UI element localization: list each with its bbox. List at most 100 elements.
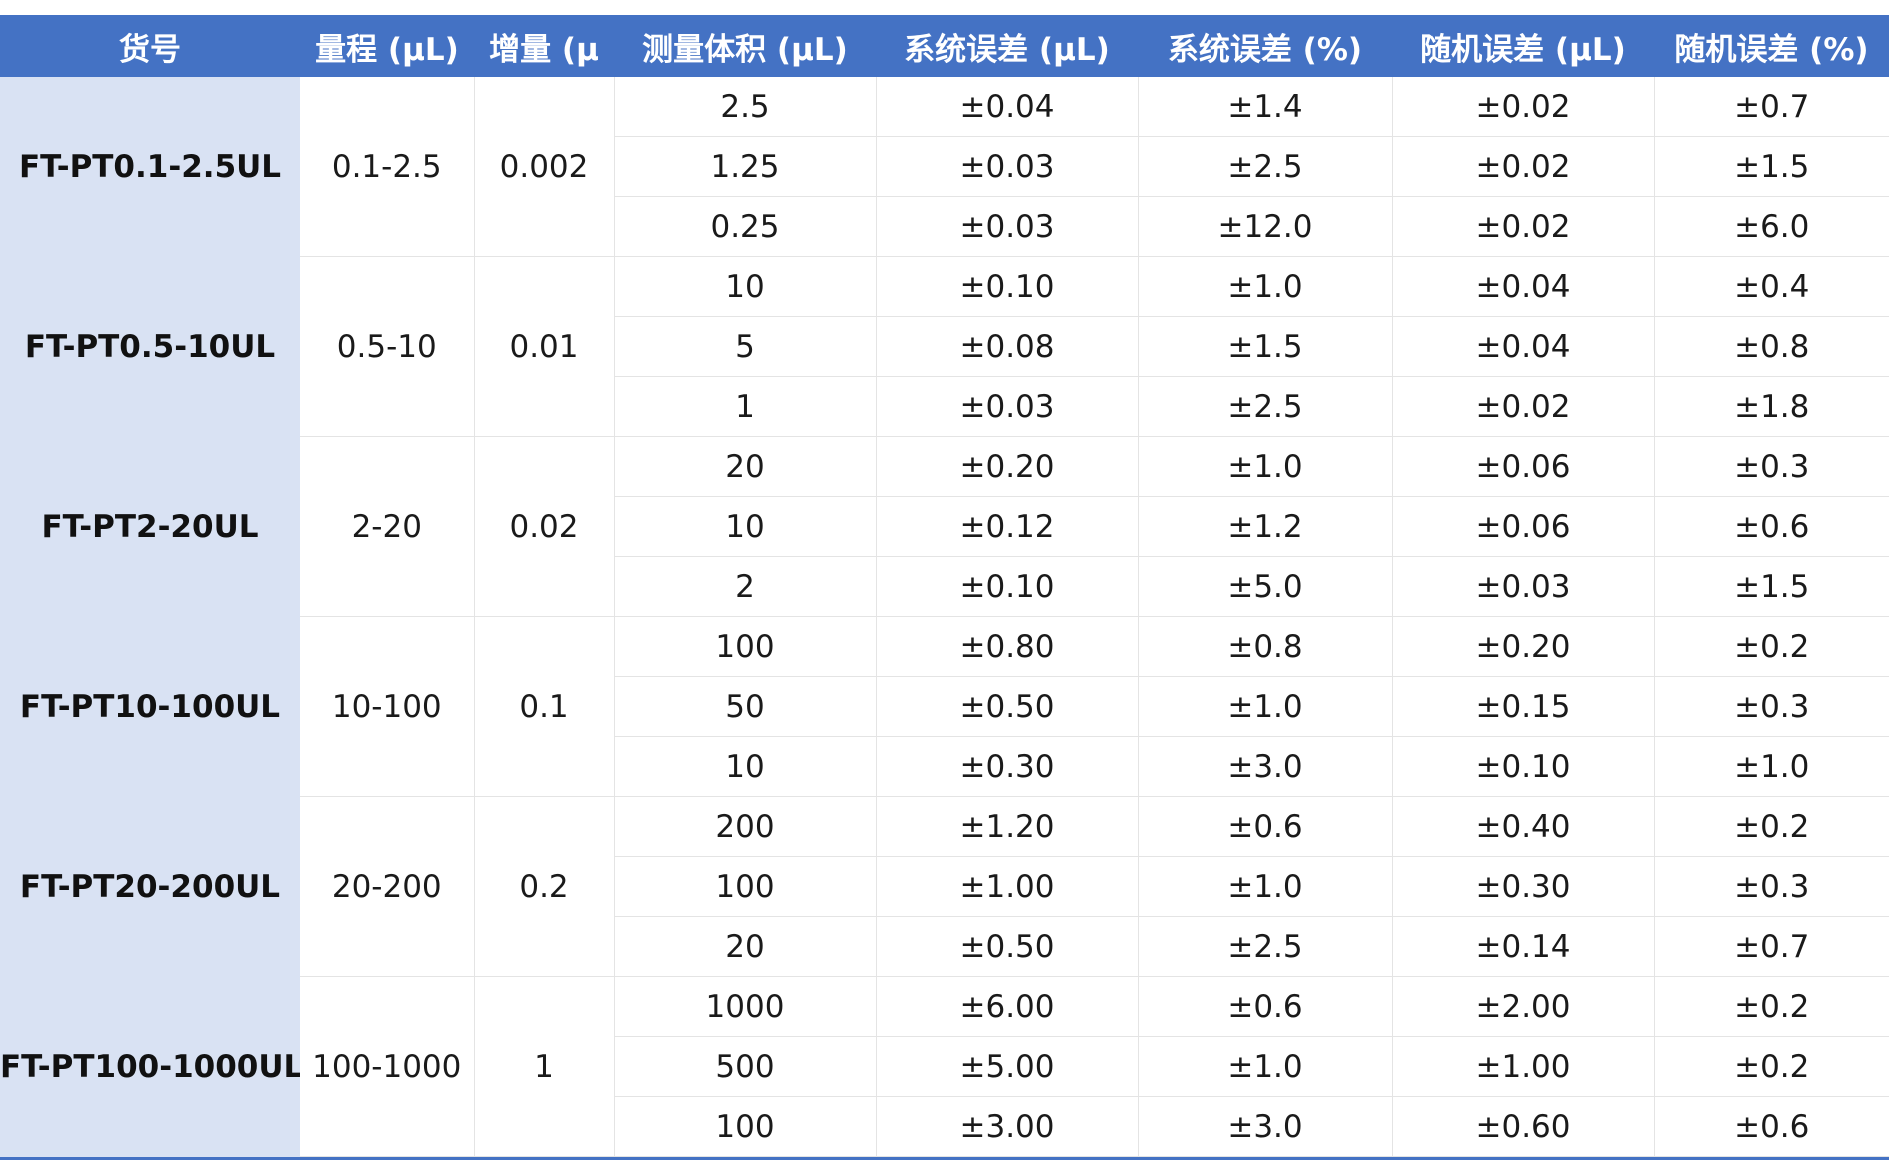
table-header: 货号 量程 (μL) 增量 (μ 测量体积 (μL) 系统误差 (μL) 系统误差 (%)… bbox=[0, 15, 1889, 77]
random-error-pct-cell: ±1.0 bbox=[1654, 736, 1889, 797]
model-number-cell: FT-PT0.1-2.5UL bbox=[0, 77, 300, 257]
header-random-error-pct: 随机误差 (%) bbox=[1654, 15, 1889, 77]
model-number-cell: FT-PT100-1000UL bbox=[0, 976, 300, 1157]
header-item-number: 货号 bbox=[0, 15, 300, 77]
systematic-error-ul-cell: ±0.03 bbox=[876, 196, 1139, 257]
random-error-ul-cell: ±0.04 bbox=[1392, 316, 1655, 377]
systematic-error-pct-cell: ±2.5 bbox=[1138, 376, 1393, 437]
random-error-pct-cell: ±0.4 bbox=[1654, 256, 1889, 317]
test-volume-cell: 1 bbox=[614, 376, 877, 437]
random-error-pct-cell: ±0.2 bbox=[1654, 1036, 1889, 1097]
random-error-pct-cell: ±0.7 bbox=[1654, 77, 1889, 137]
random-error-pct-cell: ±0.7 bbox=[1654, 916, 1889, 977]
systematic-error-pct-cell: ±2.5 bbox=[1138, 136, 1393, 197]
systematic-error-pct-cell: ±3.0 bbox=[1138, 736, 1393, 797]
random-error-ul-cell: ±0.02 bbox=[1392, 376, 1655, 437]
systematic-error-ul-cell: ±0.50 bbox=[876, 916, 1139, 977]
systematic-error-ul-cell: ±5.00 bbox=[876, 1036, 1139, 1097]
systematic-error-pct-cell: ±0.6 bbox=[1138, 976, 1393, 1037]
test-volume-cell: 100 bbox=[614, 856, 877, 917]
systematic-error-pct-cell: ±5.0 bbox=[1138, 556, 1393, 617]
random-error-pct-cell: ±0.3 bbox=[1654, 436, 1889, 497]
model-number-cell: FT-PT2-20UL bbox=[0, 436, 300, 617]
systematic-error-pct-cell: ±0.8 bbox=[1138, 616, 1393, 677]
random-error-pct-cell: ±0.2 bbox=[1654, 976, 1889, 1037]
systematic-error-pct-cell: ±3.0 bbox=[1138, 1096, 1393, 1157]
model-number-cell: FT-PT0.5-10UL bbox=[0, 256, 300, 437]
header-row: 货号 量程 (μL) 增量 (μ 测量体积 (μL) 系统误差 (μL) 系统误差 (%)… bbox=[0, 15, 1889, 77]
test-volume-cell: 100 bbox=[614, 616, 877, 677]
random-error-ul-cell: ±0.03 bbox=[1392, 556, 1655, 617]
test-volume-cell: 50 bbox=[614, 676, 877, 737]
systematic-error-ul-cell: ±0.04 bbox=[876, 77, 1139, 137]
systematic-error-pct-cell: ±1.4 bbox=[1138, 77, 1393, 137]
test-volume-cell: 1000 bbox=[614, 976, 877, 1037]
random-error-ul-cell: ±0.06 bbox=[1392, 496, 1655, 557]
random-error-pct-cell: ±0.6 bbox=[1654, 496, 1889, 557]
random-error-ul-cell: ±0.10 bbox=[1392, 736, 1655, 797]
range-cell: 100-1000 bbox=[300, 976, 475, 1157]
random-error-pct-cell: ±0.3 bbox=[1654, 676, 1889, 737]
table-row: FT-PT0.1-2.5UL 0.1-2.5 0.002 2.5 ±0.04 ±1.4 ±0… bbox=[0, 77, 1889, 257]
systematic-error-pct-cell: ±1.0 bbox=[1138, 1036, 1393, 1097]
random-error-pct-cell: ±0.2 bbox=[1654, 796, 1889, 857]
random-error-pct-cell: ±1.8 bbox=[1654, 376, 1889, 437]
test-volume-cell: 100 bbox=[614, 1096, 877, 1157]
range-cell: 0.5-10 bbox=[300, 256, 475, 437]
systematic-error-pct-cell: ±1.0 bbox=[1138, 436, 1393, 497]
random-error-pct-cell: ±0.3 bbox=[1654, 856, 1889, 917]
test-volume-cell: 20 bbox=[614, 916, 877, 977]
systematic-error-ul-cell: ±0.10 bbox=[876, 256, 1139, 317]
systematic-error-pct-cell: ±12.0 bbox=[1138, 196, 1393, 257]
test-volume-cell: 5 bbox=[614, 316, 877, 377]
systematic-error-pct-cell: ±0.6 bbox=[1138, 796, 1393, 857]
range-cell: 20-200 bbox=[300, 796, 475, 977]
random-error-ul-cell: ±0.06 bbox=[1392, 436, 1655, 497]
random-error-ul-cell: ±1.00 bbox=[1392, 1036, 1655, 1097]
random-error-ul-cell: ±2.00 bbox=[1392, 976, 1655, 1037]
table-row: FT-PT2-20UL 2-20 0.02 20 ±0.20 ±1.0 ±0.06 ±0.3 bbox=[0, 436, 1889, 617]
test-volume-cell: 10 bbox=[614, 736, 877, 797]
random-error-pct-cell: ±1.5 bbox=[1654, 136, 1889, 197]
systematic-error-ul-cell: ±0.12 bbox=[876, 496, 1139, 557]
pipette-spec-table: 货号 量程 (μL) 增量 (μ 测量体积 (μL) 系统误差 (μL) 系统误差 (%)… bbox=[0, 15, 1889, 1157]
range-cell: 0.1-2.5 bbox=[300, 77, 475, 257]
test-volume-cell: 0.25 bbox=[614, 196, 877, 257]
increment-cell: 1 bbox=[474, 976, 615, 1157]
systematic-error-ul-cell: ±0.03 bbox=[876, 376, 1139, 437]
page-top-margin bbox=[0, 0, 1889, 15]
systematic-error-pct-cell: ±1.0 bbox=[1138, 676, 1393, 737]
systematic-error-ul-cell: ±1.20 bbox=[876, 796, 1139, 857]
random-error-ul-cell: ±0.30 bbox=[1392, 856, 1655, 917]
range-cell: 10-100 bbox=[300, 616, 475, 797]
header-test-volume: 测量体积 (μL) bbox=[614, 15, 876, 77]
random-error-ul-cell: ±0.04 bbox=[1392, 256, 1655, 317]
test-volume-cell: 1.25 bbox=[614, 136, 877, 197]
systematic-error-ul-cell: ±0.03 bbox=[876, 136, 1139, 197]
table-body: FT-PT0.1-2.5UL 0.1-2.5 0.002 2.5 ±0.04 ±1.4 ±0… bbox=[0, 77, 1889, 1157]
systematic-error-ul-cell: ±0.20 bbox=[876, 436, 1139, 497]
systematic-error-ul-cell: ±0.80 bbox=[876, 616, 1139, 677]
increment-cell: 0.02 bbox=[474, 436, 615, 617]
model-number-cell: FT-PT20-200UL bbox=[0, 796, 300, 977]
header-systematic-error-pct: 系统误差 (%) bbox=[1138, 15, 1392, 77]
random-error-ul-cell: ±0.02 bbox=[1392, 196, 1655, 257]
systematic-error-pct-cell: ±2.5 bbox=[1138, 916, 1393, 977]
systematic-error-pct-cell: ±1.0 bbox=[1138, 256, 1393, 317]
table-row: FT-PT20-200UL 20-200 0.2 200 ±1.20 ±0.6 ±0.40 ±… bbox=[0, 796, 1889, 977]
test-volume-cell: 500 bbox=[614, 1036, 877, 1097]
random-error-pct-cell: ±0.2 bbox=[1654, 616, 1889, 677]
systematic-error-ul-cell: ±6.00 bbox=[876, 976, 1139, 1037]
systematic-error-ul-cell: ±1.00 bbox=[876, 856, 1139, 917]
test-volume-cell: 2 bbox=[614, 556, 877, 617]
range-cell: 2-20 bbox=[300, 436, 475, 617]
random-error-ul-cell: ±0.14 bbox=[1392, 916, 1655, 977]
test-volume-cell: 20 bbox=[614, 436, 877, 497]
systematic-error-ul-cell: ±3.00 bbox=[876, 1096, 1139, 1157]
random-error-pct-cell: ±0.6 bbox=[1654, 1096, 1889, 1157]
header-increment: 增量 (μ bbox=[474, 15, 614, 77]
random-error-pct-cell: ±0.8 bbox=[1654, 316, 1889, 377]
header-range: 量程 (μL) bbox=[300, 15, 474, 77]
random-error-ul-cell: ±0.02 bbox=[1392, 77, 1655, 137]
systematic-error-ul-cell: ±0.30 bbox=[876, 736, 1139, 797]
